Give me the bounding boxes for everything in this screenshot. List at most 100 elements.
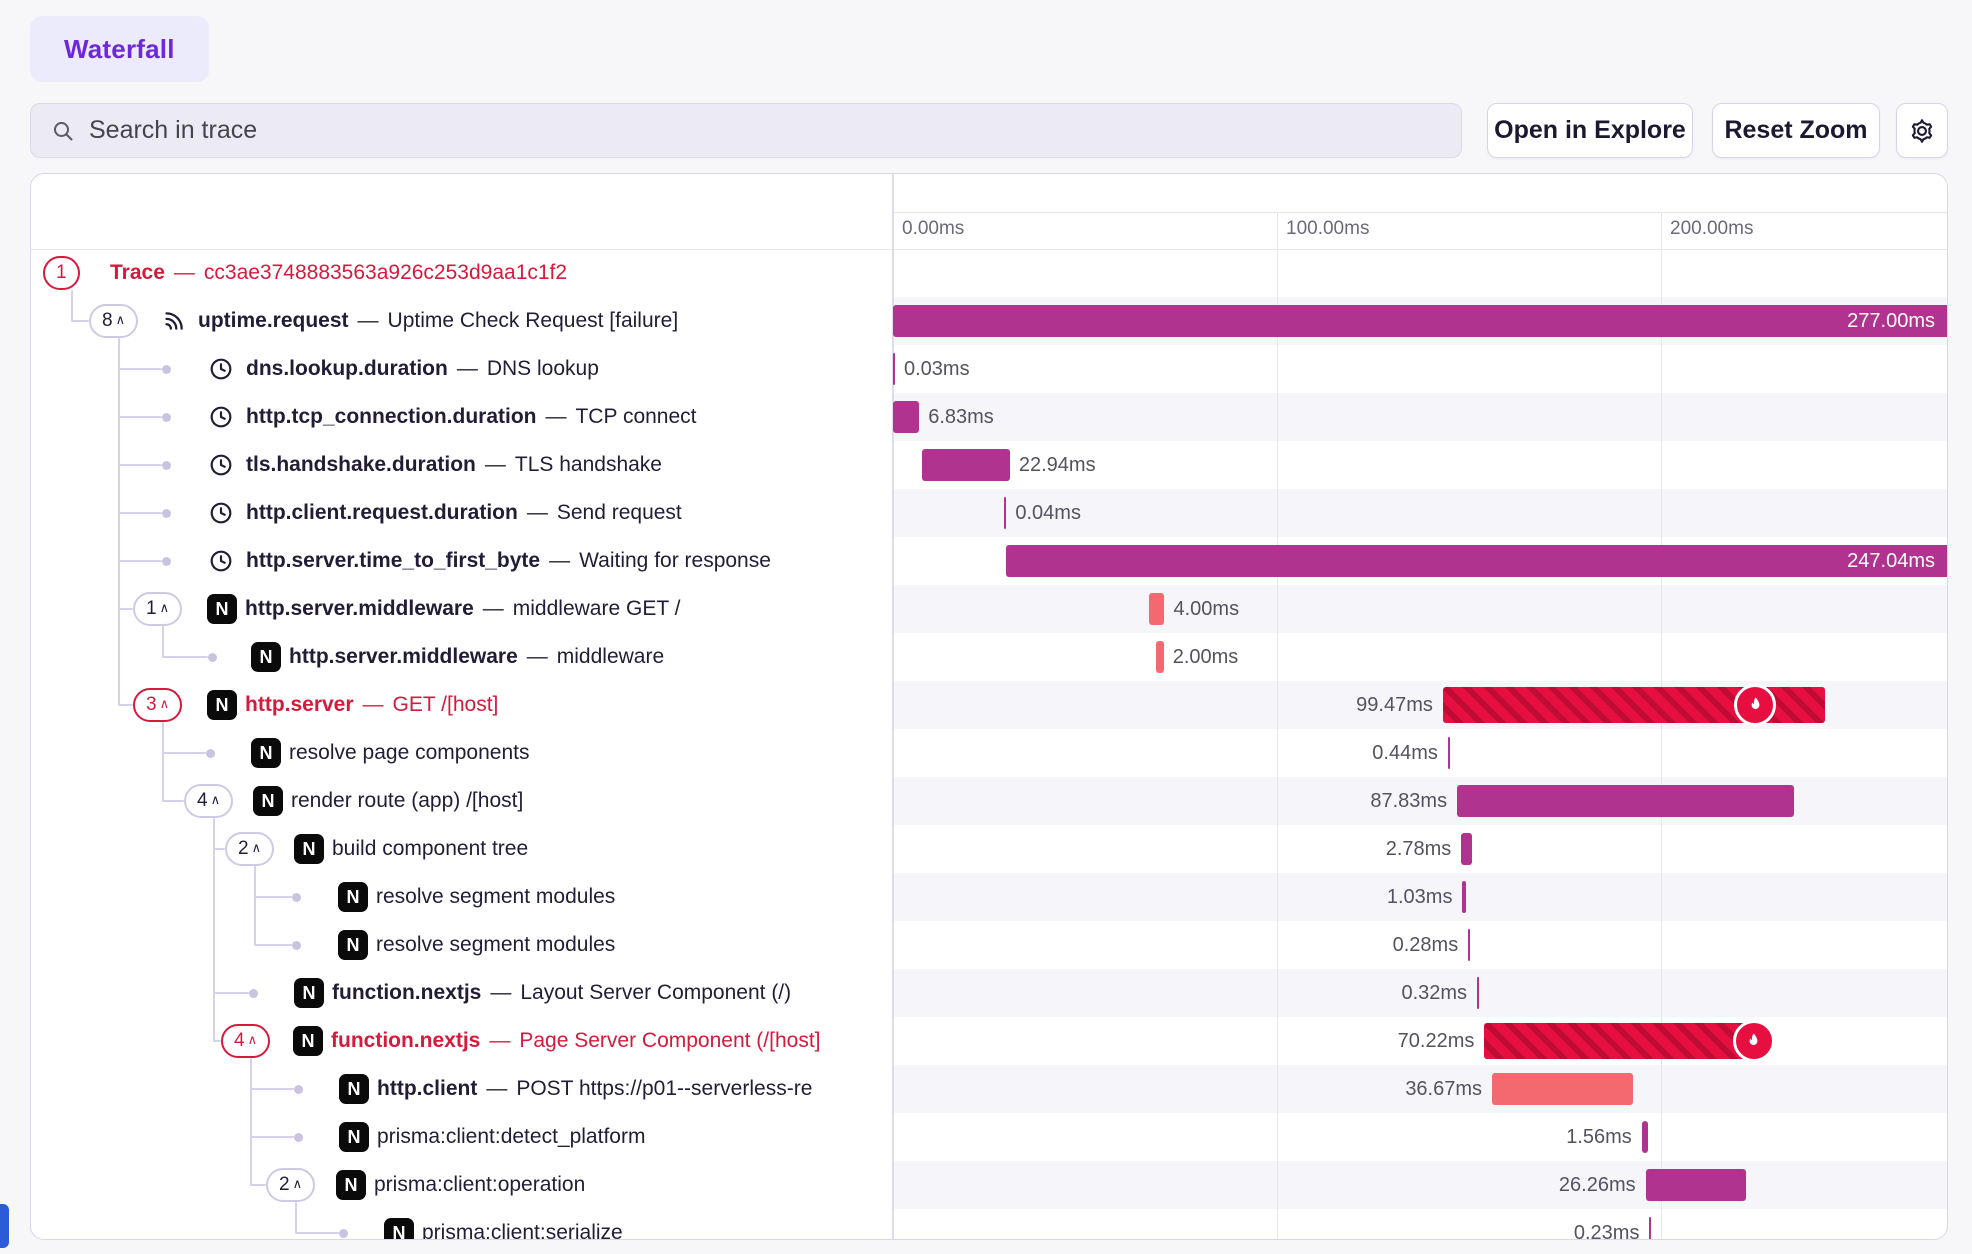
span-row[interactable]: 8∧uptime.request—Uptime Check Request [f… (31, 297, 893, 345)
span-duration-bar[interactable] (1462, 881, 1466, 913)
scroll-indicator[interactable] (0, 1204, 9, 1248)
settings-button[interactable] (1896, 103, 1948, 158)
span-description: GET /[host] (393, 693, 499, 716)
span-duration-bar[interactable] (1646, 1169, 1747, 1201)
chevron-up-icon: ∧ (248, 1032, 258, 1048)
clock-icon (208, 548, 234, 574)
gear-icon (1908, 117, 1936, 145)
duration-label: 2.78ms (1386, 825, 1452, 873)
nextjs-icon: N (207, 594, 237, 624)
span-row[interactable]: http.tcp_connection.duration—TCP connect (31, 393, 893, 441)
span-op: http.server.time_to_first_byte (246, 549, 540, 572)
span-label: http.client—POST https://p01--serverless… (377, 1065, 812, 1113)
span-op: function.nextjs (331, 1029, 480, 1052)
span-row[interactable]: dns.lookup.duration—DNS lookup (31, 345, 893, 393)
tab-waterfall-label: Waterfall (64, 34, 175, 65)
span-duration-bar[interactable] (1149, 593, 1164, 625)
span-row[interactable]: 3∧Nhttp.server—GET /[host] (31, 681, 893, 729)
open-in-explore-button[interactable]: Open in Explore (1487, 103, 1693, 158)
span-op: tls.handshake.duration (246, 453, 476, 476)
span-row[interactable]: http.client.request.duration—Send reques… (31, 489, 893, 537)
span-label: http.server—GET /[host] (245, 681, 498, 729)
search-input[interactable]: Search in trace (30, 103, 1462, 158)
span-description: middleware GET / (513, 597, 681, 620)
span-label: resolve segment modules (376, 921, 615, 969)
axis-top-border (893, 212, 1947, 213)
span-row[interactable]: Nprisma:client:serialize (31, 1209, 893, 1240)
span-op: http.server.middleware (289, 645, 518, 668)
span-row[interactable]: 2∧Nprisma:client:operation (31, 1161, 893, 1209)
span-label: dns.lookup.duration—DNS lookup (246, 345, 599, 393)
fire-icon[interactable] (1734, 684, 1776, 726)
span-duration-bar[interactable] (1006, 545, 1948, 577)
nextjs-icon: N (251, 738, 281, 768)
span-row[interactable]: 1∧Nhttp.server.middleware—middleware GET… (31, 585, 893, 633)
span-row[interactable]: Nfunction.nextjs—Layout Server Component… (31, 969, 893, 1017)
span-label: function.nextjs—Page Server Component (/… (331, 1017, 821, 1065)
span-duration-bar[interactable] (893, 305, 1948, 337)
span-duration-bar[interactable] (922, 449, 1010, 481)
span-duration-bar[interactable] (1448, 737, 1450, 769)
span-duration-bar[interactable] (1649, 1217, 1651, 1240)
span-duration-bar[interactable] (1457, 785, 1794, 817)
duration-label: 70.22ms (1398, 1017, 1475, 1065)
span-row[interactable]: tls.handshake.duration—TLS handshake (31, 441, 893, 489)
children-count-badge[interactable]: 8∧ (89, 304, 138, 338)
children-count-badge[interactable]: 2∧ (266, 1168, 315, 1202)
axis-tick-label: 200.00ms (1670, 218, 1753, 240)
trace-waterfall-table: 0.00ms100.00ms200.00ms1Trace—cc3ae374888… (30, 173, 1948, 1240)
span-description: Waiting for response (579, 549, 771, 572)
clock-icon (208, 404, 234, 430)
span-label: http.server.time_to_first_byte—Waiting f… (246, 537, 771, 585)
chevron-up-icon: ∧ (252, 840, 262, 856)
span-op: http.server.middleware (245, 597, 474, 620)
nextjs-icon: N (338, 882, 368, 912)
children-count-badge[interactable]: 3∧ (133, 688, 182, 722)
span-op: http.tcp_connection.duration (246, 405, 536, 428)
span-description: Layout Server Component (/) (520, 981, 791, 1004)
span-op: dns.lookup.duration (246, 357, 448, 380)
span-description: Page Server Component (/[host] (519, 1029, 820, 1052)
chevron-up-icon: ∧ (160, 600, 170, 616)
fire-icon[interactable] (1733, 1020, 1775, 1062)
children-count-badge[interactable]: 4∧ (184, 784, 233, 818)
span-op: resolve segment modules (376, 885, 615, 908)
duration-label: 0.28ms (1393, 921, 1459, 969)
span-duration-bar[interactable] (1156, 641, 1164, 673)
span-label: prisma:client:operation (374, 1161, 585, 1209)
tab-waterfall[interactable]: Waterfall (30, 16, 209, 82)
span-duration-bar[interactable] (893, 401, 919, 433)
reset-zoom-button[interactable]: Reset Zoom (1712, 103, 1880, 158)
span-duration-bar[interactable] (1642, 1121, 1648, 1153)
span-duration-bar[interactable] (893, 353, 895, 385)
nextjs-icon: N (293, 1026, 323, 1056)
duration-label: 22.94ms (1019, 441, 1096, 489)
span-label: prisma:client:serialize (422, 1209, 623, 1240)
span-row[interactable]: Nresolve segment modules (31, 873, 893, 921)
children-count-badge[interactable]: 4∧ (221, 1024, 270, 1058)
span-duration-bar[interactable] (1492, 1073, 1633, 1105)
span-duration-bar[interactable] (1484, 1023, 1754, 1059)
span-row[interactable]: 4∧ Nfunction.nextjs—Page Server Component… (31, 1017, 893, 1065)
span-row[interactable]: 4∧Nrender route (app) /[host] (31, 777, 893, 825)
span-row[interactable]: Nresolve page components (31, 729, 893, 777)
children-count-badge[interactable]: 2∧ (225, 832, 274, 866)
span-duration-bar[interactable] (1461, 833, 1472, 865)
children-count-badge[interactable]: 1∧ (133, 592, 182, 626)
span-row[interactable]: http.server.time_to_first_byte—Waiting f… (31, 537, 893, 585)
chevron-up-icon: ∧ (160, 696, 170, 712)
span-row[interactable]: Nprisma:client:detect_platform (31, 1113, 893, 1161)
span-row[interactable]: Nresolve segment modules (31, 921, 893, 969)
span-label: resolve segment modules (376, 873, 615, 921)
span-row[interactable]: Nhttp.server.middleware—middleware (31, 633, 893, 681)
clock-icon (208, 500, 234, 526)
span-row[interactable]: 2∧Nbuild component tree (31, 825, 893, 873)
clock-icon (208, 356, 234, 382)
span-duration-bar[interactable] (1477, 977, 1479, 1009)
span-row[interactable]: 1Trace—cc3ae3748883563a926c253d9aa1c1f2 (31, 249, 893, 297)
span-label: http.server.middleware—middleware (289, 633, 664, 681)
span-row[interactable]: Nhttp.client—POST https://p01--serverles… (31, 1065, 893, 1113)
children-count-badge[interactable]: 1 (43, 256, 80, 290)
duration-label: 277.00ms (1847, 297, 1935, 345)
span-duration-bar[interactable] (1468, 929, 1470, 961)
